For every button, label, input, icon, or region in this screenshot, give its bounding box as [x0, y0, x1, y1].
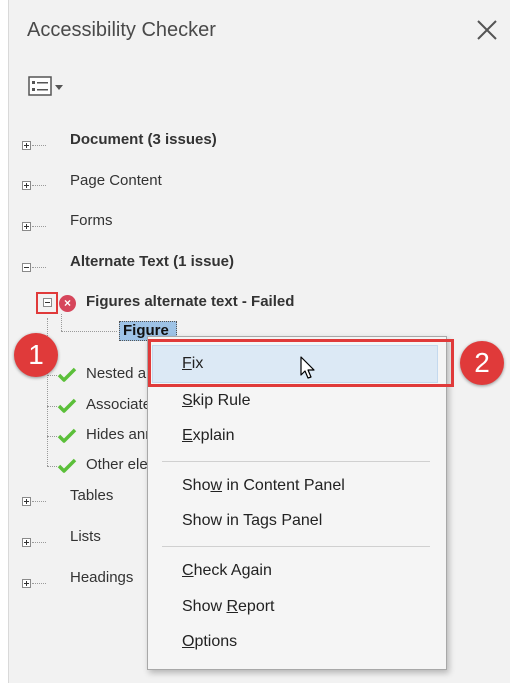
fail-icon: × — [59, 295, 76, 312]
menu-item-show-in-content-panel[interactable]: Show in Content Panel — [182, 477, 345, 495]
tree-item-tables[interactable]: Tables — [70, 487, 113, 507]
check-icon — [57, 367, 77, 382]
expand-forms-toggle[interactable] — [22, 222, 31, 231]
tree-item-other-elements[interactable]: Other ele — [86, 456, 148, 476]
tree-item-document[interactable]: Document (3 issues) — [70, 131, 217, 151]
menu-separator — [162, 461, 430, 462]
step-2-badge: 2 — [460, 341, 504, 385]
close-icon[interactable] — [475, 18, 499, 42]
callout-box-step-1 — [36, 292, 58, 314]
menu-item-show-in-tags-panel[interactable]: Show in Tags Panel — [182, 512, 322, 530]
expand-document-toggle[interactable] — [22, 141, 31, 150]
check-icon — [57, 428, 77, 443]
tree-item-forms[interactable]: Forms — [70, 212, 113, 232]
tree-item-page-content[interactable]: Page Content — [70, 172, 162, 192]
menu-item-check-again[interactable]: Check Again — [182, 562, 272, 580]
tree-item-lists[interactable]: Lists — [70, 528, 101, 548]
menu-item-skip-rule[interactable]: Skip Rule — [182, 392, 250, 410]
tree-item-hides-annotation[interactable]: Hides anr — [86, 426, 150, 446]
expand-tables-toggle[interactable] — [22, 497, 31, 506]
menu-item-show-report[interactable]: Show Report — [182, 598, 275, 616]
tree-item-alternate-text[interactable]: Alternate Text (1 issue) — [70, 253, 234, 273]
step-1-badge: 1 — [14, 333, 58, 377]
mouse-cursor-icon — [300, 356, 315, 379]
tree-item-headings[interactable]: Headings — [70, 569, 133, 589]
tree-item-associated[interactable]: Associate — [86, 396, 151, 416]
check-icon — [57, 458, 77, 473]
expand-headings-toggle[interactable] — [22, 579, 31, 588]
tree-item-nested-alt[interactable]: Nested al — [86, 365, 149, 385]
options-list-icon[interactable] — [27, 74, 71, 100]
expand-page-content-toggle[interactable] — [22, 181, 31, 190]
expand-lists-toggle[interactable] — [22, 538, 31, 547]
menu-item-explain[interactable]: Explain — [182, 427, 234, 445]
menu-item-options[interactable]: Options — [182, 633, 237, 651]
collapse-alt-text-toggle[interactable] — [22, 263, 31, 272]
panel-title: Accessibility Checker — [27, 19, 216, 41]
menu-separator — [162, 546, 430, 547]
check-icon — [57, 398, 77, 413]
tree-item-figures-failed[interactable]: Figures alternate text - Failed — [86, 293, 294, 313]
